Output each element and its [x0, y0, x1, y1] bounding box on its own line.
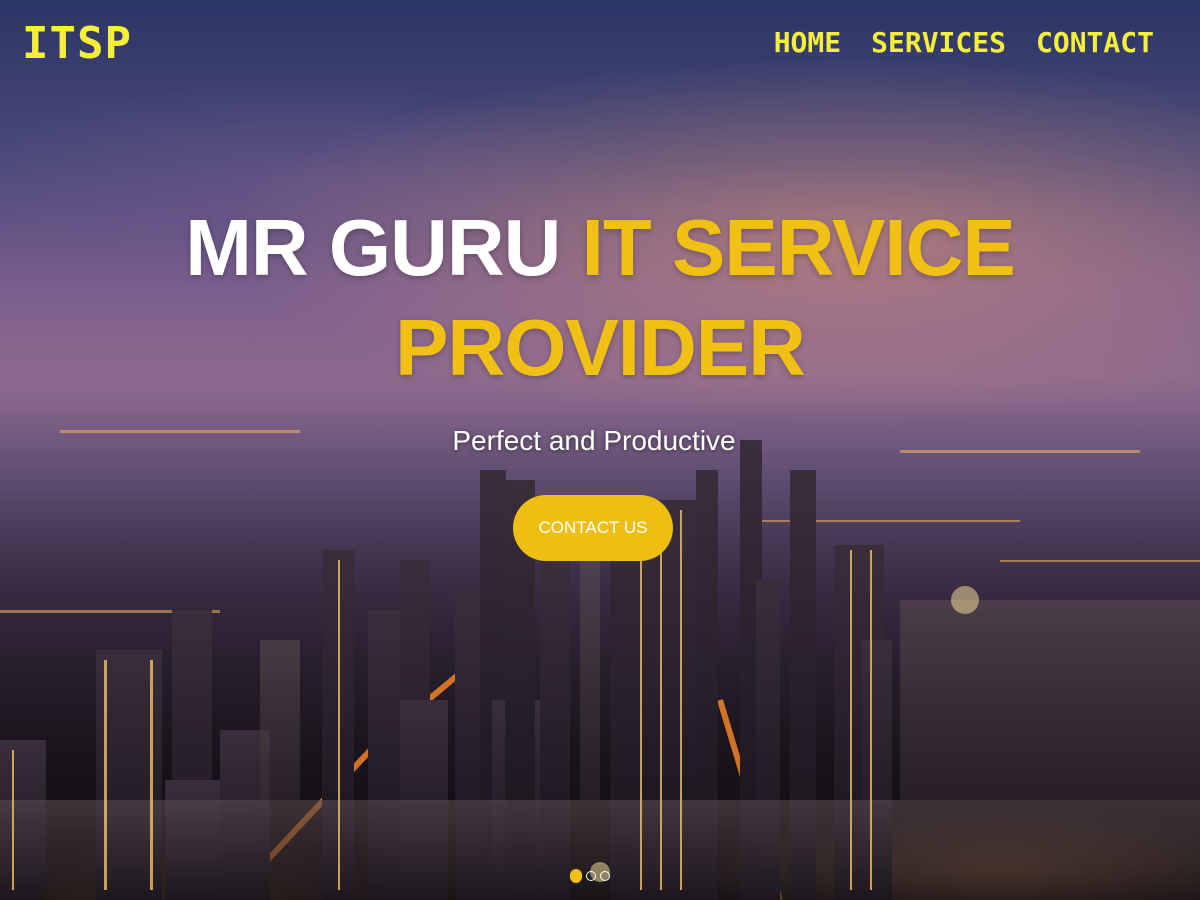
carousel-dot-1[interactable]: [570, 869, 582, 883]
nav-home-link[interactable]: HOME: [774, 26, 841, 59]
carousel-dot-2[interactable]: [586, 871, 596, 881]
contact-us-button[interactable]: CONTACT US: [513, 495, 673, 561]
nav-contact-link[interactable]: CONTACT: [1036, 26, 1154, 59]
headline-white-part: MR GURU: [185, 203, 561, 292]
main-nav: HOME SERVICES CONTACT: [774, 26, 1154, 59]
nav-services-link[interactable]: SERVICES: [871, 26, 1006, 59]
hero-tagline: Perfect and Productive: [452, 425, 736, 456]
site-logo[interactable]: ITSP: [22, 18, 132, 69]
hero-headline: MR GURU IT SERVICE PROVIDER: [0, 198, 1200, 398]
carousel-dot-3[interactable]: [600, 871, 610, 881]
carousel-indicators: [570, 869, 610, 883]
